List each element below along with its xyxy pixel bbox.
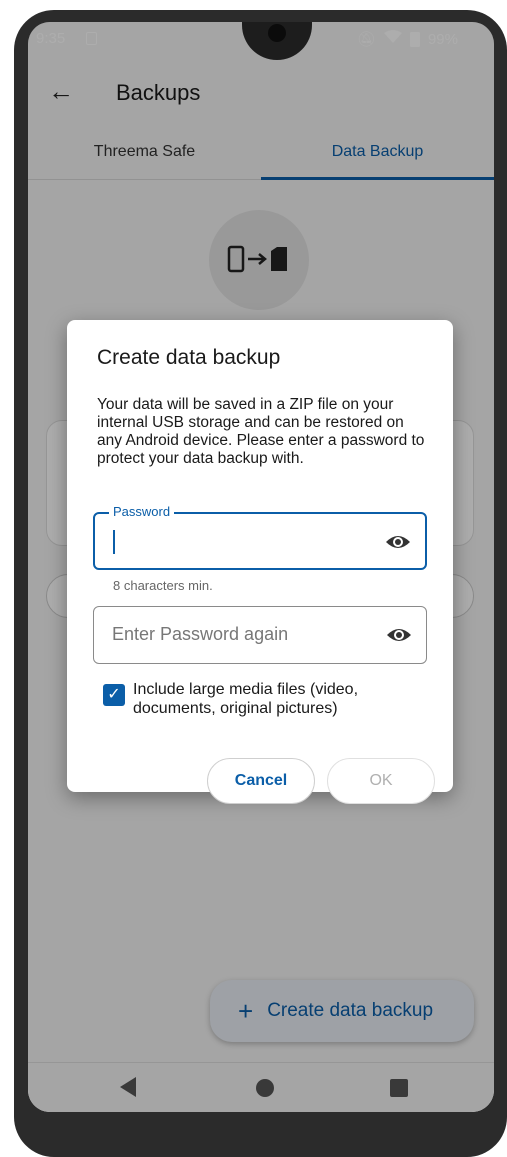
password-helper-text: 8 characters min.	[113, 578, 213, 593]
visibility-eye-icon[interactable]	[386, 623, 412, 647]
screen: 9:35 🔕︎ 99% ← Backups Threema Safe Data …	[28, 22, 494, 1112]
create-backup-dialog: Create data backup Your data will be sav…	[67, 320, 453, 804]
dialog-message: Your data will be saved in a ZIP file on…	[97, 396, 425, 467]
include-media-label: Include large media files (video, docume…	[133, 681, 359, 717]
password-again-field[interactable]	[93, 606, 427, 664]
cancel-button[interactable]: Cancel	[207, 758, 315, 804]
password-again-input[interactable]	[112, 607, 362, 661]
include-media-row[interactable]: ✓ Include large media files (video, docu…	[103, 678, 423, 718]
ok-button[interactable]: OK	[327, 758, 435, 804]
check-icon: ✓	[107, 686, 121, 703]
password-input[interactable]	[113, 514, 363, 568]
visibility-eye-icon[interactable]	[385, 530, 411, 554]
dialog-title: Create data backup	[97, 346, 281, 369]
password-field[interactable]: Password	[93, 504, 427, 570]
include-media-checkbox[interactable]: ✓	[103, 684, 125, 706]
